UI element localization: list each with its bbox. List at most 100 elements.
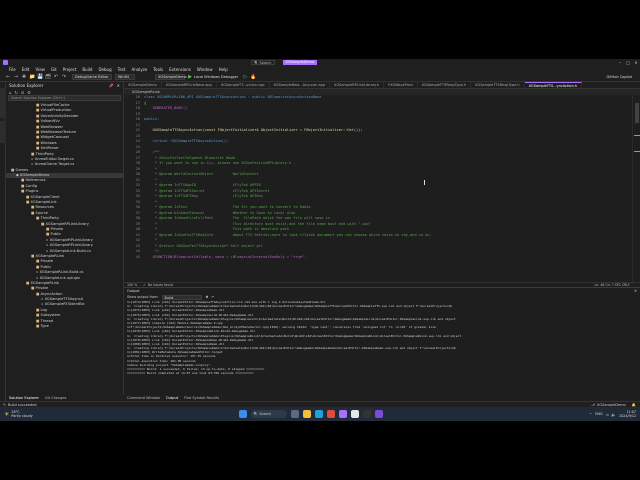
settings-icon[interactable]: ⚙ bbox=[27, 90, 31, 95]
editor-tab[interactable]: XGSampleRPLinkBase.app bbox=[162, 82, 217, 88]
search-box[interactable]: 🔍 Search bbox=[251, 60, 275, 65]
close-button[interactable]: ✕ bbox=[632, 60, 640, 65]
editor-tab[interactable]: XGSampleRela...Anyuran.app bbox=[270, 82, 331, 88]
language-indicator[interactable]: ENG bbox=[595, 412, 603, 416]
menu-test[interactable]: Test bbox=[115, 66, 129, 73]
forward-icon[interactable]: → bbox=[13, 74, 19, 80]
editor-tab[interactable]: FXGWaveProd bbox=[384, 82, 418, 88]
volume-icon[interactable]: 🔈 bbox=[611, 412, 616, 417]
startup-project-select[interactable]: XGSampleDemo bbox=[155, 74, 187, 80]
menu-extensions[interactable]: Extensions bbox=[166, 66, 194, 73]
solution-name-badge: XGSampleDemo bbox=[282, 60, 318, 65]
code-text: public: bbox=[144, 117, 160, 121]
code-text: * bbox=[144, 238, 157, 242]
project-scope-select[interactable]: XGSampleRLink bbox=[132, 90, 160, 94]
code-text: UFUNCTION(BlueprintCallable, meta = (Blu… bbox=[144, 254, 307, 259]
tree-item-label: XGSampleClient bbox=[30, 194, 60, 199]
tree-item-label: Thread bbox=[40, 318, 54, 323]
editor-tab[interactable]: XGSampleTTSRespType.h bbox=[418, 82, 472, 88]
output-text[interactable]: 1>[1074/1083] Link [x64] UnrealEditor-XG… bbox=[124, 300, 640, 375]
menu-build[interactable]: Build bbox=[79, 66, 95, 73]
save-icon[interactable]: 💾 bbox=[37, 74, 43, 80]
weather-desc[interactable]: Partly cloudy bbox=[11, 414, 32, 418]
tree-item-label: XGSampleRLink bbox=[35, 253, 65, 258]
vs-logo-icon bbox=[3, 60, 8, 65]
solution-explorer-header: Solution Explorer 📌 ✕ bbox=[6, 82, 123, 89]
editor-tab[interactable]: XGSampleDemo bbox=[124, 82, 162, 88]
home-icon[interactable]: ⌂ bbox=[9, 90, 12, 95]
menu-view[interactable]: View bbox=[32, 66, 48, 73]
tree-item-label: XGSampleRPLinkLibrary bbox=[45, 221, 89, 226]
redo-icon[interactable]: ↷ bbox=[61, 74, 67, 80]
copilot-button[interactable]: GitHub Copilot bbox=[606, 75, 632, 79]
taskbar-search[interactable]: 🔍 Search bbox=[250, 410, 287, 418]
platform-select[interactable]: Win64 bbox=[115, 74, 135, 80]
menu-project[interactable]: Project bbox=[60, 66, 80, 73]
code-text: * bbox=[144, 199, 157, 204]
chrome-icon[interactable] bbox=[326, 410, 335, 418]
start-debug-icon[interactable]: ▶ bbox=[187, 74, 193, 80]
tree-item[interactable]: ■ Type bbox=[6, 324, 123, 329]
output-source-select[interactable]: Build bbox=[161, 294, 202, 300]
terminal-icon[interactable] bbox=[362, 410, 371, 418]
word-wrap-icon[interactable]: ↩ bbox=[211, 295, 214, 299]
save-all-icon[interactable]: 🗃 bbox=[45, 74, 51, 80]
open-folder-icon[interactable]: 📁 bbox=[29, 74, 35, 80]
visual-studio-icon[interactable] bbox=[338, 410, 347, 418]
editor-tab[interactable]: XGSampleTT...uction.cpp bbox=[217, 82, 270, 88]
start-debugger-button[interactable]: Local Windows Debugger bbox=[194, 75, 238, 79]
start-icon[interactable] bbox=[238, 410, 247, 418]
pin-icon[interactable]: 📌 bbox=[109, 82, 114, 89]
file-explorer-icon[interactable] bbox=[302, 410, 311, 418]
minimize-button[interactable]: – bbox=[616, 60, 624, 65]
hot-reload-icon[interactable]: 🔥 bbox=[250, 74, 256, 80]
editor-tab-strip: XGSampleDemo XGSampleRPLinkBase.app XGSamp… bbox=[124, 82, 640, 89]
output-close-icon[interactable]: ✕ bbox=[634, 289, 637, 293]
code-editor[interactable]: 16 class XGSAMPLERLINK_API UXGSampleTTSAs… bbox=[124, 95, 640, 282]
title-bar: 🔍 Search XGSampleDemo – □ ✕ bbox=[0, 59, 640, 66]
code-line[interactable]: 45 UFUNCTION(BlueprintCallable, meta = (… bbox=[124, 255, 640, 261]
run-without-debug-icon[interactable]: ▷ bbox=[242, 74, 248, 80]
collapse-all-icon[interactable]: ⊟ bbox=[21, 90, 24, 95]
code-text: * @param InTTSAPISecret iFlyTek APISecre… bbox=[144, 188, 270, 193]
line-number: 45 bbox=[135, 254, 140, 259]
close-panel-icon[interactable]: ✕ bbox=[117, 82, 120, 89]
editor-tab[interactable]: XGSampleTTS...yncAction.h bbox=[524, 82, 583, 88]
tree-item-label: XGSampleRLink.Build.cs bbox=[39, 270, 84, 275]
tree-item-label: XGSampleDemo bbox=[19, 173, 50, 178]
tree-item-label: XGSampleRPLinkLibrary bbox=[49, 243, 93, 248]
editor-vertical-scrollbar[interactable] bbox=[632, 95, 640, 282]
menu-git[interactable]: Git bbox=[48, 66, 60, 73]
menu-tools[interactable]: Tools bbox=[150, 66, 166, 73]
unreal-icon[interactable] bbox=[350, 410, 359, 418]
clock-date[interactable]: 2024/9/12 bbox=[619, 414, 636, 418]
editor-tab[interactable]: XGSampleRPLinkLibrary.h bbox=[330, 82, 385, 88]
code-text: * bbox=[144, 166, 157, 171]
app-icon[interactable] bbox=[374, 410, 383, 418]
sync-icon[interactable]: ↻ bbox=[15, 90, 18, 95]
menu-file[interactable]: File bbox=[6, 66, 19, 73]
task-view-icon[interactable] bbox=[290, 410, 299, 418]
solution-search-input[interactable]: Search Solution Explorer (Ctrl+;) bbox=[8, 95, 121, 101]
editor-tab[interactable]: XGSampleTTSRespType.h bbox=[471, 82, 525, 88]
clear-output-icon[interactable]: ✖ bbox=[206, 295, 209, 299]
menu-analyze[interactable]: Analyze bbox=[129, 66, 151, 73]
menu-debug[interactable]: Debug bbox=[95, 66, 114, 73]
new-item-icon[interactable]: ✚ bbox=[21, 74, 27, 80]
edge-icon[interactable] bbox=[314, 410, 323, 418]
menu-edit[interactable]: Edit bbox=[19, 66, 33, 73]
tree-item-label: XmlParser bbox=[40, 146, 59, 151]
text-cursor bbox=[424, 180, 425, 185]
code-text: * @return UXGXunFeiTTSAsyncAction* Self … bbox=[144, 243, 263, 248]
configuration-select[interactable]: DebugGame Editor bbox=[72, 74, 112, 80]
code-text: * XGXunFeiTextToSpeech Blueprint Node bbox=[144, 155, 235, 160]
menu-window[interactable]: Window bbox=[194, 66, 216, 73]
undo-icon[interactable]: ↶ bbox=[53, 74, 59, 80]
back-icon[interactable]: ← bbox=[5, 74, 11, 80]
tray-chevron-icon[interactable]: ⌃ bbox=[589, 412, 592, 417]
wifi-icon[interactable]: ≈ bbox=[606, 412, 609, 417]
maximize-button[interactable]: □ bbox=[624, 60, 632, 65]
tree-item-label: References bbox=[25, 178, 46, 183]
tree-item-label: Private bbox=[40, 259, 54, 264]
menu-help[interactable]: Help bbox=[216, 66, 231, 73]
